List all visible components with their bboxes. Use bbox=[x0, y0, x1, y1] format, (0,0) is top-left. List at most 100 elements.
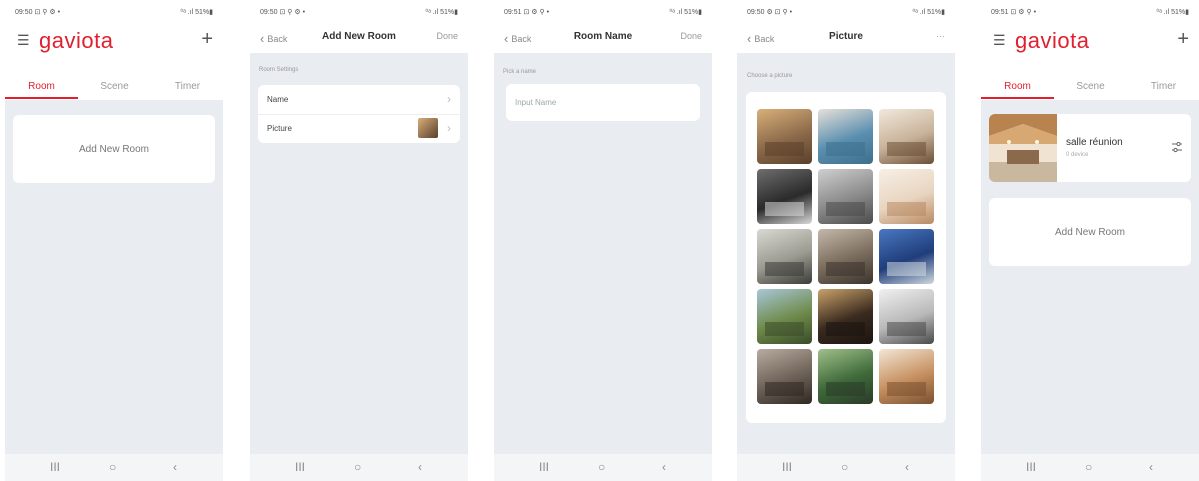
status-indicators: ⁰ᵃ .ıl 51%▮ bbox=[912, 9, 945, 16]
picture-detail bbox=[826, 142, 865, 156]
add-new-room-card[interactable]: Add New Room bbox=[13, 115, 215, 183]
picture-detail bbox=[826, 382, 865, 396]
add-new-room-label: Add New Room bbox=[1054, 227, 1126, 238]
done-button[interactable]: Done bbox=[680, 31, 702, 41]
menu-icon[interactable]: ☰ bbox=[17, 32, 30, 49]
screen-room-list: 09:51 ⊡ ⚙ ⚲ • ⁰ᵃ .ıl 51%▮ ☰ gaviota + Ro… bbox=[981, 0, 1199, 481]
page-title: Add New Room bbox=[322, 31, 396, 42]
room-settings-card: Name › Picture › bbox=[258, 85, 460, 143]
home-button[interactable]: ○ bbox=[109, 460, 116, 474]
home-button[interactable]: ○ bbox=[598, 460, 605, 474]
screen-room-name: 09:51 ⊡ ⚙ ⚲ • ⁰ᵃ .ıl 51%▮ ‹ Back Room Nam… bbox=[494, 0, 712, 481]
picture-option-media-room[interactable] bbox=[818, 289, 873, 344]
home-button[interactable]: ○ bbox=[1085, 460, 1092, 474]
add-new-room-label: Add New Room bbox=[78, 144, 150, 155]
status-time: 09:50 ⊡ ⚲ ⚙ • bbox=[260, 9, 306, 16]
gaviota-logo: gaviota bbox=[1015, 28, 1090, 53]
picture-option-night-house[interactable] bbox=[879, 229, 934, 284]
room-device-count: 0 device bbox=[1066, 152, 1089, 158]
recent-apps-button[interactable]: III bbox=[50, 460, 60, 474]
home-button[interactable]: ○ bbox=[354, 460, 361, 474]
status-indicators: ⁰ᵃ .ıl 51%▮ bbox=[669, 9, 702, 16]
sliders-icon[interactable] bbox=[1171, 140, 1183, 158]
picture-option-kids-room[interactable] bbox=[879, 169, 934, 224]
picture-detail bbox=[826, 322, 865, 336]
android-nav-bar: III ○ ‹ bbox=[737, 454, 955, 481]
picture-detail bbox=[887, 322, 926, 336]
picture-detail bbox=[765, 202, 804, 216]
menu-icon[interactable]: ☰ bbox=[993, 32, 1006, 49]
picture-thumbnail bbox=[418, 118, 438, 138]
page-title: Picture bbox=[829, 31, 863, 42]
picture-option-garden-house[interactable] bbox=[818, 349, 873, 404]
picture-detail bbox=[765, 382, 804, 396]
section-label: Pick a name bbox=[503, 69, 537, 75]
active-tab-indicator bbox=[981, 97, 1054, 99]
recent-apps-button[interactable]: III bbox=[295, 460, 305, 474]
picture-detail bbox=[887, 262, 926, 276]
picture-detail bbox=[887, 142, 926, 156]
back-button[interactable]: ‹ bbox=[905, 460, 909, 474]
room-photo-icon bbox=[989, 114, 1057, 182]
home-button[interactable]: ○ bbox=[841, 460, 848, 474]
back-button[interactable]: ‹ bbox=[173, 460, 177, 474]
status-bar: 09:51 ⊡ ⚙ ⚲ • ⁰ᵃ .ıl 51%▮ bbox=[494, 0, 712, 22]
room-picture bbox=[989, 114, 1057, 182]
recent-apps-button[interactable]: III bbox=[1026, 460, 1036, 474]
picture-option-dark-bedroom[interactable] bbox=[757, 169, 812, 224]
status-time: 09:50 ⊡ ⚲ ⚙ • bbox=[15, 9, 61, 16]
picture-detail bbox=[887, 202, 926, 216]
more-options-icon[interactable]: ··· bbox=[936, 31, 945, 41]
android-nav-bar: III ○ ‹ bbox=[250, 454, 468, 481]
app-bar: ‹ Back Picture ··· bbox=[737, 22, 955, 53]
section-label: Choose a picture bbox=[747, 73, 793, 79]
done-button[interactable]: Done bbox=[436, 31, 458, 41]
picture-option-lake-view[interactable] bbox=[757, 289, 812, 344]
tab-timer[interactable]: Timer bbox=[151, 81, 223, 92]
picture-option-bedroom-wood[interactable] bbox=[879, 109, 934, 164]
tab-scene[interactable]: Scene bbox=[1054, 81, 1127, 92]
picture-option-dining-blue-shelves[interactable] bbox=[818, 109, 873, 164]
tab-timer[interactable]: Timer bbox=[1127, 81, 1199, 92]
picture-option-wood-ceiling[interactable] bbox=[879, 349, 934, 404]
section-label: Room Settings bbox=[259, 67, 299, 73]
picture-option-mezzanine[interactable] bbox=[879, 289, 934, 344]
add-new-room-card[interactable]: Add New Room bbox=[989, 198, 1191, 266]
picture-detail bbox=[887, 382, 926, 396]
status-indicators: ⁰ᵃ .ıl 51%▮ bbox=[1156, 9, 1189, 16]
row-label: Name bbox=[267, 95, 289, 104]
status-bar: 09:51 ⊡ ⚙ ⚲ • ⁰ᵃ .ıl 51%▮ bbox=[981, 0, 1199, 22]
active-tab-indicator bbox=[5, 97, 78, 99]
room-card[interactable]: salle réunion 0 device bbox=[989, 114, 1191, 182]
settings-row-picture[interactable]: Picture › bbox=[258, 114, 460, 143]
recent-apps-button[interactable]: III bbox=[782, 460, 792, 474]
status-indicators: ⁰ᵃ .ıl 51%▮ bbox=[425, 9, 458, 16]
app-bar: ‹ Back Add New Room Done bbox=[250, 22, 468, 53]
tab-room[interactable]: Room bbox=[981, 81, 1054, 92]
app-bar: ‹ Back Room Name Done bbox=[494, 22, 712, 53]
add-icon[interactable]: + bbox=[201, 28, 213, 51]
picture-option-grey-bedroom[interactable] bbox=[818, 169, 873, 224]
android-nav-bar: III ○ ‹ bbox=[494, 454, 712, 481]
recent-apps-button[interactable]: III bbox=[539, 460, 549, 474]
tab-room[interactable]: Room bbox=[5, 81, 78, 92]
android-nav-bar: III ○ ‹ bbox=[5, 454, 223, 481]
picture-option-open-kitchen[interactable] bbox=[757, 229, 812, 284]
add-icon[interactable]: + bbox=[1177, 28, 1189, 51]
settings-row-name[interactable]: Name › bbox=[258, 85, 460, 115]
tab-bar: Room Scene Timer bbox=[5, 60, 223, 100]
back-button[interactable]: ‹ bbox=[418, 460, 422, 474]
picture-option-outdoor-fireplace[interactable] bbox=[757, 349, 812, 404]
picture-option-living-room-warm[interactable] bbox=[757, 109, 812, 164]
picture-detail bbox=[826, 202, 865, 216]
name-input-field[interactable]: Input Name bbox=[506, 84, 700, 121]
picture-detail bbox=[765, 262, 804, 276]
picture-detail bbox=[765, 142, 804, 156]
status-bar: 09:50 ⊡ ⚲ ⚙ • ⁰ᵃ .ıl 51%▮ bbox=[250, 0, 468, 22]
tab-scene[interactable]: Scene bbox=[78, 81, 151, 92]
picture-option-modern-bathroom[interactable] bbox=[818, 229, 873, 284]
back-button[interactable]: ‹ bbox=[662, 460, 666, 474]
back-button[interactable]: ‹ bbox=[1149, 460, 1153, 474]
android-nav-bar: III ○ ‹ bbox=[981, 454, 1199, 481]
picture-detail bbox=[765, 322, 804, 336]
